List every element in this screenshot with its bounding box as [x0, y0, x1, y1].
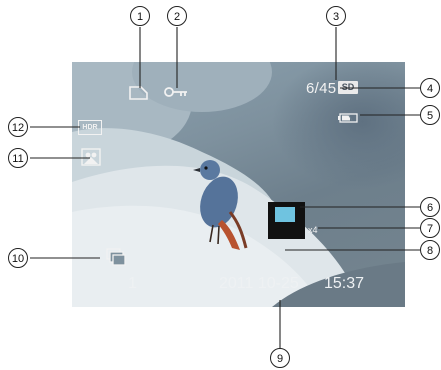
- callout-8: 8: [420, 240, 440, 260]
- callout-11: 11: [8, 148, 28, 168]
- callout-12: 12: [8, 117, 28, 137]
- callout-leaders: [30, 27, 420, 348]
- callout-5: 5: [420, 105, 440, 125]
- callout-7: 7: [420, 218, 440, 238]
- callout-10: 10: [8, 248, 28, 268]
- callout-2: 2: [167, 6, 187, 26]
- camera-display-diagram: 6/45 SD HDR x4 1 2011 10-25 15:37 1 2 3 …: [0, 0, 441, 370]
- callout-6: 6: [420, 197, 440, 217]
- callout-9: 9: [270, 348, 290, 368]
- callout-3: 3: [326, 6, 346, 26]
- callout-4: 4: [420, 78, 440, 98]
- callout-1: 1: [130, 6, 150, 26]
